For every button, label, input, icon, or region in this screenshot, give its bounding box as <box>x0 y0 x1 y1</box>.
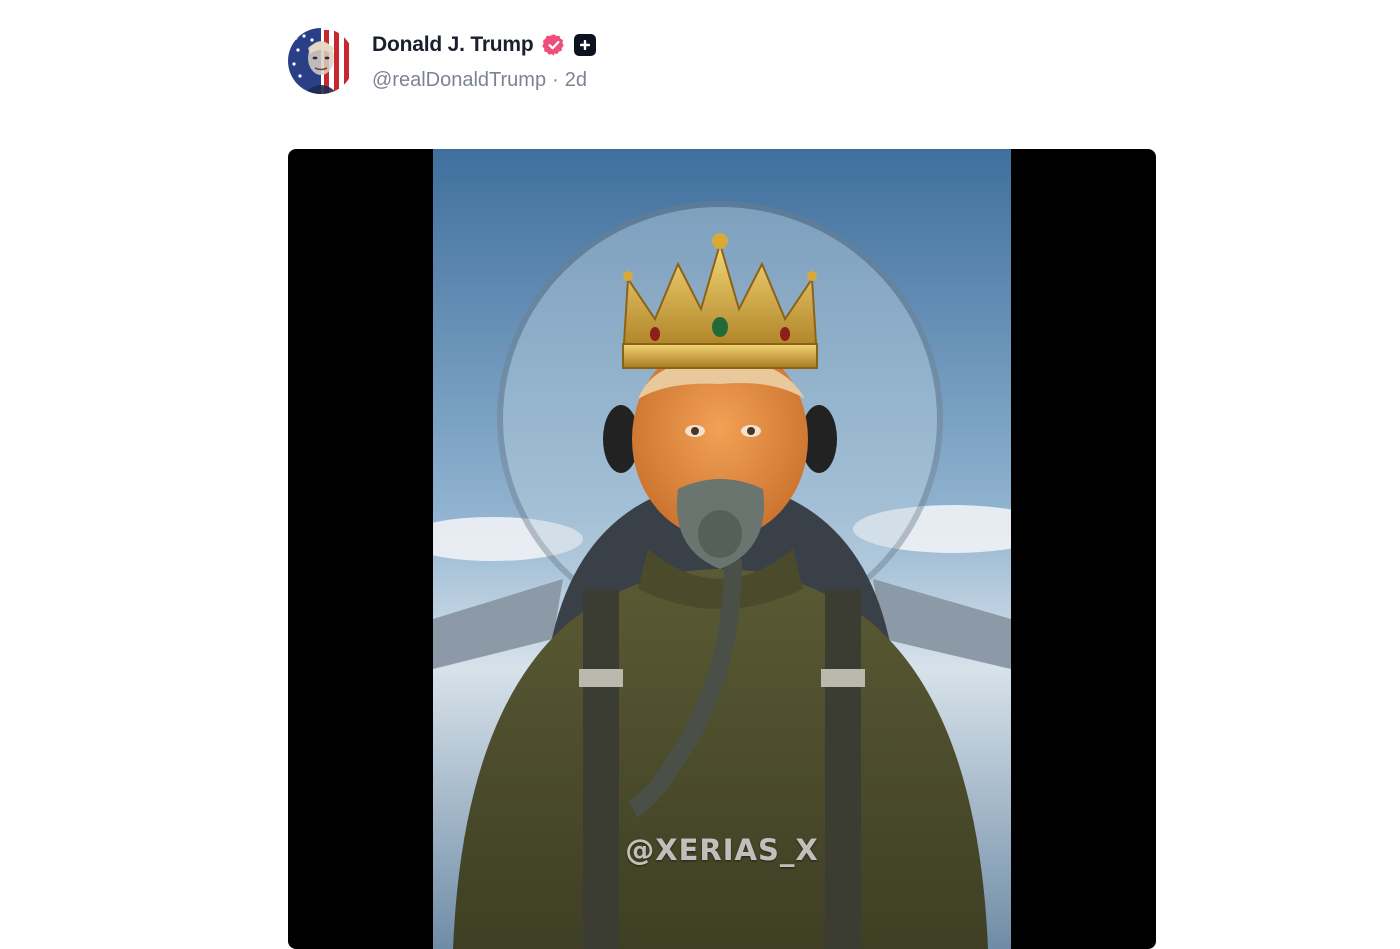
name-row: Donald J. Trump <box>372 31 596 59</box>
plus-square-icon <box>573 34 596 56</box>
post-timestamp[interactable]: 2d <box>565 69 587 92</box>
post-card: Donald J. Trump @realDonaldTrump · 2d @X… <box>0 0 1400 949</box>
post-media-video[interactable]: @XERIAS_X <box>288 149 1156 949</box>
avatar-image <box>288 28 354 94</box>
author-handle[interactable]: @realDonaldTrump <box>372 69 546 92</box>
meta-row: @realDonaldTrump · 2d <box>372 69 596 92</box>
media-image <box>433 149 1011 949</box>
author-identity: Donald J. Trump @realDonaldTrump · 2d <box>372 31 596 92</box>
author-avatar[interactable] <box>288 28 354 94</box>
media-watermark: @XERIAS_X <box>625 833 819 867</box>
meta-separator: · <box>552 69 559 91</box>
verified-check-icon <box>541 33 566 57</box>
author-display-name[interactable]: Donald J. Trump <box>372 33 534 57</box>
post-header: Donald J. Trump @realDonaldTrump · 2d <box>288 28 596 94</box>
